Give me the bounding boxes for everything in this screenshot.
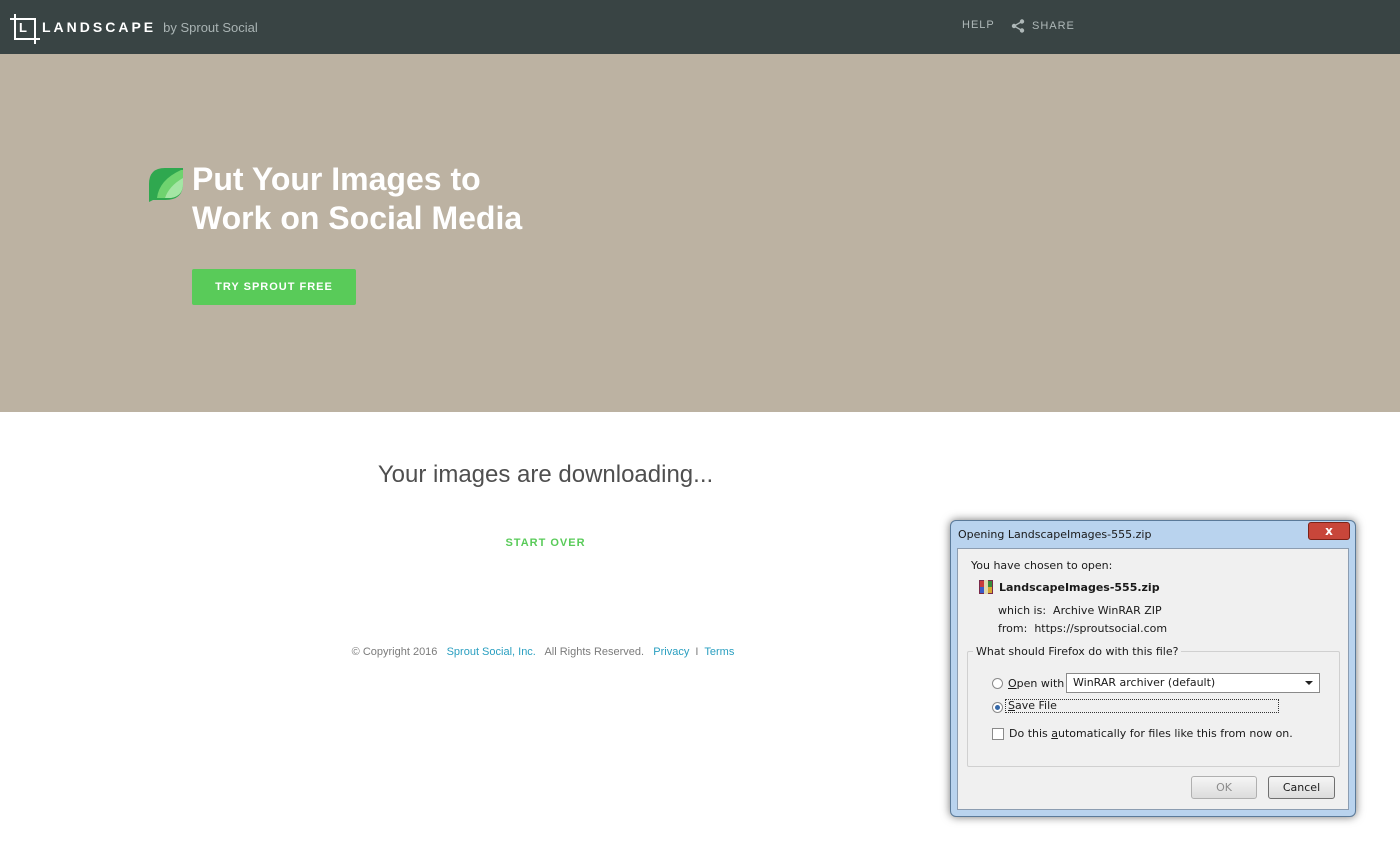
auto-action-pre: Do this xyxy=(1009,727,1052,740)
open-with-app: WinRAR archiver (default) xyxy=(1073,676,1216,689)
share-icon xyxy=(1011,19,1025,33)
page-footer: © Copyright 2016 Sprout Social, Inc. All… xyxy=(0,646,1086,658)
hero-title-line2: Work on Social Media xyxy=(192,200,523,236)
footer-copyright: © Copyright 2016 xyxy=(351,646,438,658)
footer-privacy-link[interactable]: Privacy xyxy=(653,646,689,658)
ok-button[interactable]: OK xyxy=(1191,776,1257,799)
top-header: L LANDSCAPE by Sprout Social HELP SHARE xyxy=(0,0,1400,54)
crop-logo-icon: L xyxy=(10,14,40,44)
dialog-titlebar[interactable]: Opening LandscapeImages-555.zip x xyxy=(951,521,1355,548)
auto-action-label[interactable]: Do this automatically for files like thi… xyxy=(1009,727,1293,740)
share-label: SHARE xyxy=(1032,20,1075,32)
dropdown-arrow-icon xyxy=(1305,681,1313,685)
open-with-mnemonic: O xyxy=(1008,677,1017,690)
hero-title-line1: Put Your Images to xyxy=(192,161,481,197)
file-type-row: which is: Archive WinRAR ZIP xyxy=(998,604,1162,617)
download-status-heading: Your images are downloading... xyxy=(377,461,714,488)
footer-terms-link[interactable]: Terms xyxy=(704,646,734,658)
winrar-file-icon xyxy=(979,580,993,594)
open-with-radio[interactable] xyxy=(992,678,1003,689)
open-with-text: pen with xyxy=(1016,677,1065,690)
open-with-label[interactable]: Open with xyxy=(1008,677,1064,690)
auto-action-checkbox[interactable] xyxy=(992,728,1004,740)
footer-company-link[interactable]: Sprout Social, Inc. xyxy=(447,646,536,658)
auto-action-post: utomatically for files like this from no… xyxy=(1058,727,1293,740)
sprout-leaf-icon xyxy=(149,168,183,202)
cancel-button[interactable]: Cancel xyxy=(1268,776,1335,799)
auto-action-mnemonic: a xyxy=(1051,727,1059,740)
landscape-logo[interactable]: L LANDSCAPE by Sprout Social xyxy=(10,9,258,45)
file-source-row: from: https://sproutsocial.com xyxy=(998,622,1167,635)
help-link[interactable]: HELP xyxy=(962,19,995,31)
hero-title: Put Your Images to Work on Social Media xyxy=(192,160,572,238)
dialog-title: Opening LandscapeImages-555.zip xyxy=(958,528,1152,541)
share-link[interactable]: SHARE xyxy=(1011,19,1075,33)
dialog-body: You have chosen to open: LandscapeImages… xyxy=(957,548,1349,810)
logo-byline: by Sprout Social xyxy=(163,19,258,35)
chosen-text: You have chosen to open: xyxy=(971,559,1113,572)
dialog-close-button[interactable]: x xyxy=(1308,522,1350,540)
from-value: https://sproutsocial.com xyxy=(1034,622,1168,635)
which-is-label: which is: xyxy=(998,604,1047,617)
from-label: from: xyxy=(998,622,1028,635)
open-with-select[interactable]: WinRAR archiver (default) xyxy=(1066,673,1320,693)
file-row: LandscapeImages-555.zip xyxy=(979,580,1160,594)
footer-rights: All Rights Reserved. xyxy=(544,646,645,658)
download-dialog: Opening LandscapeImages-555.zip x You ha… xyxy=(950,520,1356,817)
action-group: What should Firefox do with this file? O… xyxy=(967,645,1340,767)
action-question: What should Firefox do with this file? xyxy=(973,645,1182,658)
file-name: LandscapeImages-555.zip xyxy=(999,580,1160,594)
start-over-link[interactable]: START OVER xyxy=(0,537,1091,549)
which-is-value: Archive WinRAR ZIP xyxy=(1053,604,1162,617)
save-file-mnemonic: S xyxy=(1008,699,1015,712)
save-file-text: ave File xyxy=(1014,699,1057,712)
try-sprout-free-button[interactable]: TRY SPROUT FREE xyxy=(192,269,356,305)
footer-separator: I xyxy=(695,646,699,658)
logo-wordmark: LANDSCAPE xyxy=(42,19,157,35)
save-file-label[interactable]: Save File xyxy=(1005,699,1279,713)
save-file-radio[interactable] xyxy=(992,702,1003,713)
